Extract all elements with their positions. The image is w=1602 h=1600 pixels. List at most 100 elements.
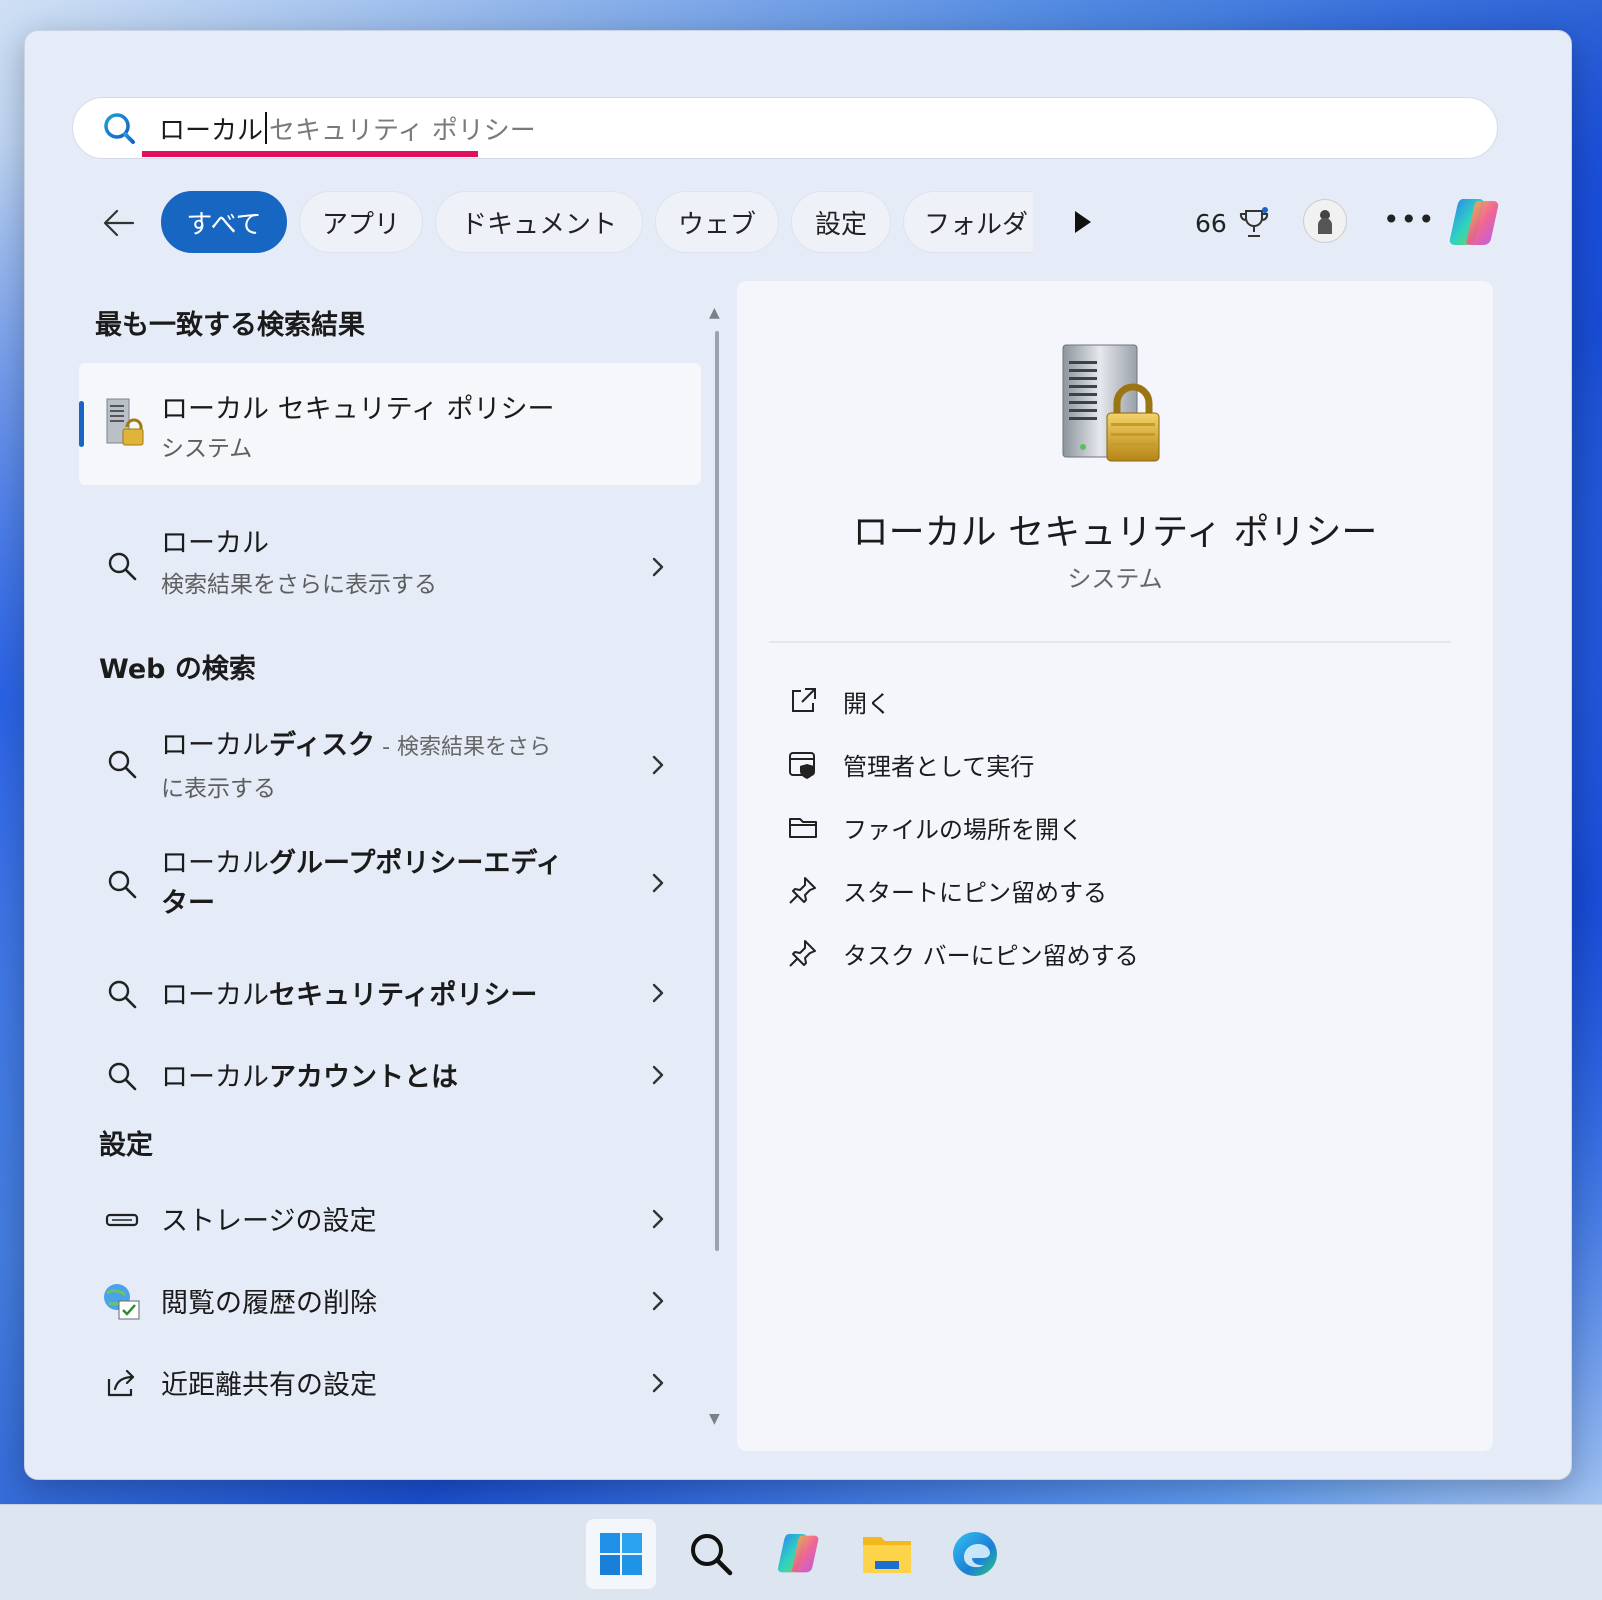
settings-item[interactable]: 近距離共有の設定 — [79, 1351, 701, 1417]
taskbar-copilot-button[interactable] — [764, 1519, 834, 1589]
action-label: 管理者として実行 — [843, 752, 1035, 781]
web-result-prefix: ローカル — [161, 980, 269, 1011]
chevron-right-icon — [652, 1373, 664, 1393]
tab-documents[interactable]: ドキュメント — [435, 191, 643, 253]
back-button[interactable] — [95, 199, 143, 247]
selection-indicator — [79, 401, 84, 447]
more-results-item[interactable]: ローカル 検索結果をさらに表示する — [79, 517, 701, 617]
web-search-heading: Web の検索 — [99, 654, 256, 685]
scroll-up-arrow[interactable]: ▲ — [709, 305, 720, 321]
tab-folders[interactable]: フォルダ — [903, 191, 1033, 253]
filter-bar: すべて アプリ ドキュメント ウェブ 設定 フォルダ 66 ••• — [95, 191, 1515, 255]
trophy-icon — [1239, 207, 1268, 237]
web-result-bold: アカウントとは — [269, 1062, 458, 1093]
divider — [769, 641, 1451, 643]
taskbar-file-explorer-button[interactable] — [852, 1519, 922, 1589]
folder-icon — [789, 818, 817, 838]
chevron-right-icon — [652, 1291, 664, 1311]
more-results-title: ローカル — [161, 528, 269, 559]
taskbar-edge-button[interactable] — [940, 1519, 1010, 1589]
points-value: 66 — [1195, 208, 1227, 238]
web-result-item[interactable]: ローカルディスク - 検索結果をさら に表示する — [79, 717, 701, 809]
best-match-heading: 最も一致する検索結果 — [95, 310, 365, 341]
search-box[interactable]: ローカル セキュリティ ポリシー — [72, 97, 1498, 159]
open-external-icon — [792, 688, 816, 712]
search-panel: ローカル セキュリティ ポリシー すべて アプリ ドキュメント ウェブ 設定 フ… — [24, 30, 1572, 1480]
share-icon — [107, 1369, 135, 1397]
chevron-right-icon — [652, 1209, 664, 1229]
more-options-button[interactable]: ••• — [1383, 203, 1436, 236]
settings-item[interactable]: 閲覧の履歴の削除 — [79, 1269, 701, 1335]
web-result-line2: に表示する — [161, 776, 276, 802]
action-pin-to-start[interactable]: スタートにピン留めする — [787, 870, 1107, 910]
search-icon — [108, 1062, 137, 1091]
action-run-as-admin[interactable]: 管理者として実行 — [787, 744, 1034, 784]
pin-icon — [789, 940, 816, 967]
start-button[interactable] — [586, 1519, 656, 1589]
detail-pane: ローカル セキュリティ ポリシー システム 開く 管理者として実行 ファイルの場… — [737, 281, 1493, 1451]
folder-icon — [863, 1537, 911, 1573]
action-label: スタートにピン留めする — [843, 878, 1107, 907]
scroll-down-arrow[interactable]: ▼ — [709, 1411, 720, 1427]
web-result-suffix: - 検索結果をさら — [375, 735, 552, 760]
settings-heading: 設定 — [99, 1130, 153, 1161]
security-policy-icon — [1062, 344, 1160, 462]
copilot-icon[interactable] — [1445, 193, 1505, 253]
chevron-right-icon — [652, 983, 664, 1003]
search-icon — [108, 750, 137, 779]
search-icon — [108, 552, 137, 581]
windows-logo-icon — [600, 1533, 642, 1575]
web-result-bold: ディスク — [269, 730, 376, 761]
tab-web[interactable]: ウェブ — [655, 191, 779, 253]
action-open-file-location[interactable]: ファイルの場所を開く — [787, 807, 1083, 847]
edge-browser-icon — [953, 1532, 997, 1576]
internet-options-icon — [104, 1284, 140, 1320]
run-as-admin-icon — [789, 752, 815, 779]
web-result-prefix: ローカル — [161, 848, 269, 879]
highlight-underline — [142, 151, 478, 157]
copilot-icon — [777, 1534, 819, 1573]
scrollbar-thumb[interactable] — [715, 331, 719, 1251]
action-label: ファイルの場所を開く — [843, 815, 1083, 844]
action-pin-to-taskbar[interactable]: タスク バーにピン留めする — [787, 933, 1139, 973]
settings-item-label: ストレージの設定 — [161, 1206, 377, 1237]
detail-title: ローカル セキュリティ ポリシー — [852, 512, 1378, 553]
pin-icon — [789, 877, 816, 904]
action-label: 開く — [843, 689, 891, 718]
web-result-prefix: ローカル — [161, 730, 269, 761]
best-match-subtitle: システム — [161, 436, 253, 462]
user-avatar[interactable] — [1303, 199, 1347, 243]
settings-item[interactable]: ストレージの設定 — [79, 1187, 701, 1253]
search-icon — [108, 980, 137, 1009]
tab-settings[interactable]: 設定 — [791, 191, 891, 253]
search-icon — [108, 870, 137, 899]
user-figure-icon — [1318, 210, 1332, 234]
settings-item-label: 近距離共有の設定 — [161, 1370, 377, 1401]
tab-apps[interactable]: アプリ — [299, 191, 423, 253]
web-result-line2: ター — [161, 888, 215, 919]
best-match-title: ローカル セキュリティ ポリシー — [161, 394, 555, 425]
web-result-bold: グループポリシーエディ — [269, 848, 563, 879]
web-result-prefix: ローカル — [161, 1062, 269, 1093]
results-list: 最も一致する検索結果 ローカル セキュリティ ポリシー システム ローカル 検索… — [79, 291, 719, 1471]
search-icon — [691, 1534, 733, 1576]
web-result-item[interactable]: ローカルアカウントとは — [79, 1043, 701, 1109]
text-caret — [265, 112, 268, 144]
web-result-item[interactable]: ローカルセキュリティポリシー — [79, 961, 701, 1027]
chevron-right-icon — [652, 1065, 664, 1085]
arrow-left-icon — [103, 209, 135, 237]
chevron-right-icon — [652, 873, 664, 893]
search-autocomplete: セキュリティ ポリシー — [269, 115, 536, 146]
web-result-item[interactable]: ローカルグループポリシーエディ ター — [79, 837, 701, 929]
chevron-right-icon — [652, 755, 664, 775]
more-results-subtitle: 検索結果をさらに表示する — [161, 572, 437, 598]
search-input-text[interactable]: ローカル — [159, 110, 263, 147]
web-result-bold: セキュリティポリシー — [269, 980, 538, 1011]
taskbar-search-button[interactable] — [676, 1519, 746, 1589]
action-label: タスク バーにピン留めする — [843, 941, 1139, 970]
scroll-filters-right-icon[interactable] — [1065, 205, 1099, 239]
rewards-points[interactable]: 66 — [1195, 199, 1271, 247]
action-open[interactable]: 開く — [787, 681, 891, 721]
tab-all[interactable]: すべて — [161, 191, 287, 253]
best-match-item[interactable]: ローカル セキュリティ ポリシー システム — [79, 363, 701, 485]
